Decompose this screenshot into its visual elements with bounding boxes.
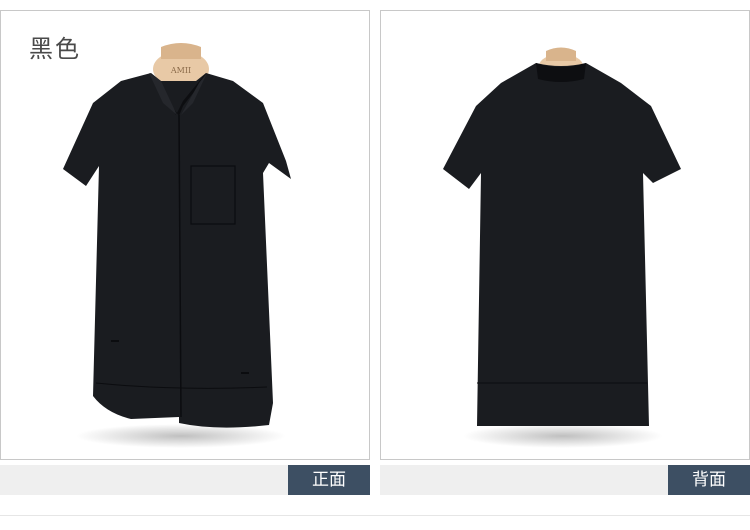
front-shirt-image: AMII: [63, 43, 291, 448]
front-view-label: 正面: [288, 465, 370, 495]
back-view-label: 背面: [668, 465, 750, 495]
divider: [0, 515, 750, 516]
hanger-logo: AMII: [170, 66, 191, 75]
back-shirt-image: [443, 47, 681, 448]
front-view-label-bar: 正面: [0, 465, 370, 495]
back-view-label-bar: 背面: [380, 465, 750, 495]
product-image-back: [380, 10, 750, 460]
product-image-front: 黑色 AMII: [0, 10, 370, 460]
